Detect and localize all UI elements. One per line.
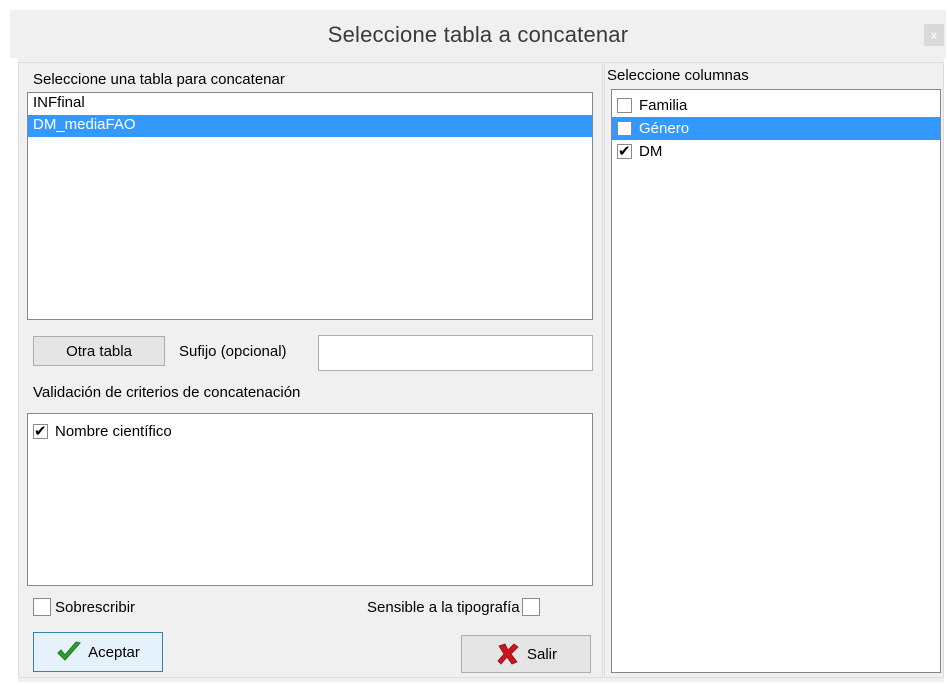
dialog-body: Seleccione una tabla para concatenar INF… xyxy=(18,58,944,682)
tables-listbox[interactable]: INFfinal DM_mediaFAO xyxy=(27,92,593,320)
left-panel: Seleccione una tabla para concatenar INF… xyxy=(18,62,603,678)
criteria-listbox[interactable]: Nombre científico xyxy=(27,413,593,586)
title-bar: Seleccione tabla a concatenar x xyxy=(10,10,946,58)
column-item-genero[interactable]: Género xyxy=(612,117,940,140)
suffix-input[interactable] xyxy=(318,335,593,371)
checkbox-unchecked-icon[interactable] xyxy=(617,121,632,136)
column-item-label: Familia xyxy=(639,97,688,114)
columns-label: Seleccione columnas xyxy=(607,67,749,84)
right-panel: Seleccione columnas Familia Género DM xyxy=(604,62,944,678)
tables-label: Seleccione una tabla para concatenar xyxy=(33,71,285,88)
exit-label: Salir xyxy=(526,645,557,663)
column-item-label: DM xyxy=(639,143,663,160)
other-table-button[interactable]: Otra tabla xyxy=(33,336,165,366)
criteria-item-label: Nombre científico xyxy=(55,423,172,440)
accept-button[interactable]: Aceptar xyxy=(33,632,163,672)
columns-listbox[interactable]: Familia Género DM xyxy=(611,89,941,673)
checkbox-checked-icon[interactable] xyxy=(33,422,48,440)
checkmark-icon xyxy=(57,641,82,661)
accept-label: Aceptar xyxy=(88,643,140,661)
window-title: Seleccione tabla a concatenar xyxy=(327,22,629,47)
other-table-label: Otra tabla xyxy=(66,342,132,360)
table-item-label: INFfinal xyxy=(33,94,85,111)
criteria-item-nombre-cientifico[interactable]: Nombre científico xyxy=(28,420,592,443)
close-button[interactable]: x xyxy=(924,24,944,46)
column-item-label: Género xyxy=(637,120,692,137)
table-item-label: DM_mediaFAO xyxy=(33,116,136,133)
x-mark-icon xyxy=(497,643,519,665)
case-sensitive-label: Sensible a la tipografía xyxy=(367,598,520,616)
column-item-familia[interactable]: Familia xyxy=(612,94,940,117)
exit-button[interactable]: Salir xyxy=(461,635,591,673)
table-item-infinal[interactable]: INFfinal xyxy=(28,93,592,115)
dialog-window: Seleccione tabla a concatenar x Seleccio… xyxy=(0,0,948,685)
case-sensitive-checkbox[interactable]: Sensible a la tipografía xyxy=(367,598,540,616)
close-icon: x xyxy=(931,28,937,42)
overwrite-label: Sobrescribir xyxy=(55,598,136,616)
column-item-dm[interactable]: DM xyxy=(612,140,940,163)
checkbox-checked-icon[interactable] xyxy=(617,142,632,160)
checkbox-unchecked-icon[interactable] xyxy=(33,598,51,616)
criteria-label: Validación de criterios de concatenación xyxy=(33,384,301,401)
checkbox-unchecked-icon[interactable] xyxy=(521,598,540,616)
table-item-dm-mediafao[interactable]: DM_mediaFAO xyxy=(28,115,592,137)
suffix-label: Sufijo (opcional) xyxy=(179,343,287,360)
overwrite-checkbox[interactable]: Sobrescribir xyxy=(33,598,135,616)
checkbox-unchecked-icon[interactable] xyxy=(617,98,632,113)
